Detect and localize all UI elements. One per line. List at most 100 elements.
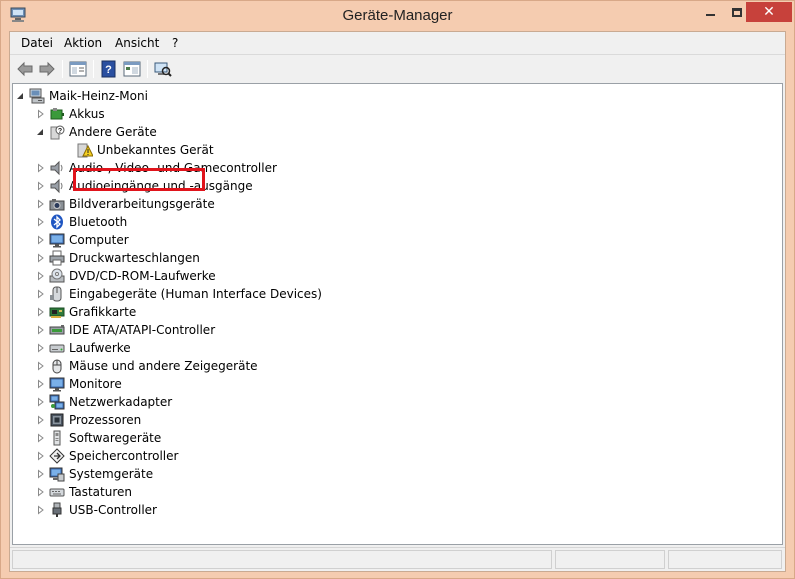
device-tree: Maik-Heinz-Moni Akkus? Andere Geräte Unbek… <box>12 83 783 545</box>
tree-category-label: Softwaregeräte <box>69 431 162 445</box>
tree-category[interactable]: Computer <box>37 231 129 249</box>
forward-arrow-icon[interactable] <box>38 60 56 78</box>
tree-root[interactable]: Maik-Heinz-Moni <box>17 87 148 105</box>
maximize-icon <box>732 7 742 17</box>
tree-category-label: Mäuse und andere Zeigegeräte <box>69 359 258 373</box>
expand-icon[interactable] <box>37 109 45 119</box>
tree-category-label: Prozessoren <box>69 413 142 427</box>
bluetooth-icon <box>51 214 63 230</box>
tree-category-label: Laufwerke <box>69 341 131 355</box>
minimize-icon <box>705 14 715 16</box>
tree-category[interactable]: DVD/CD-ROM-Laufwerke <box>37 267 216 285</box>
tree-category-label: Speichercontroller <box>69 449 179 463</box>
tree-device[interactable]: Unbekanntes Gerät <box>77 141 214 159</box>
window-title: Geräte-Manager <box>342 7 453 24</box>
tree-category[interactable]: Prozessoren <box>37 411 141 429</box>
tree-category-label: Netzwerkadapter <box>69 395 173 409</box>
tree-category[interactable]: ? Andere Geräte <box>37 123 157 141</box>
tree-category[interactable]: Tastaturen <box>37 483 132 501</box>
expand-icon[interactable] <box>37 397 45 407</box>
collapse-icon[interactable] <box>37 127 45 137</box>
expand-icon[interactable] <box>37 433 45 443</box>
expand-icon[interactable] <box>37 307 45 317</box>
hid-icon <box>50 286 62 302</box>
tree-category-label: Computer <box>69 233 129 247</box>
menu-help[interactable]: ? <box>172 36 178 50</box>
expand-icon[interactable] <box>37 181 45 191</box>
tree-category[interactable]: Druckwarteschlangen <box>37 249 200 267</box>
tree-category[interactable]: Laufwerke <box>37 339 131 357</box>
tree-category[interactable]: Audioeingänge und -ausgänge <box>37 177 253 195</box>
title-bar[interactable]: Geräte-Manager ✕ <box>1 1 794 31</box>
tree-category-label: USB-Controller <box>69 503 157 517</box>
expand-icon[interactable] <box>37 361 45 371</box>
tree-category[interactable]: USB-Controller <box>37 501 157 519</box>
tree-category[interactable]: Grafikkarte <box>37 303 136 321</box>
tree-category[interactable]: Speichercontroller <box>37 447 178 465</box>
minimize-button[interactable] <box>696 2 724 22</box>
menu-aktion[interactable]: Aktion <box>64 36 102 50</box>
svg-text:?: ? <box>105 64 112 76</box>
expand-icon[interactable] <box>37 289 45 299</box>
tree-category-label: DVD/CD-ROM-Laufwerke <box>69 269 216 283</box>
tree-category[interactable]: Bluetooth <box>37 213 127 231</box>
tree-device-label: Unbekanntes Gerät <box>97 143 214 157</box>
expand-icon[interactable] <box>37 415 45 425</box>
expand-icon[interactable] <box>37 487 45 497</box>
tree-category[interactable]: Bildverarbeitungsgeräte <box>37 195 215 213</box>
menu-datei[interactable]: Datei <box>21 36 53 50</box>
tree-category[interactable]: Systemgeräte <box>37 465 153 483</box>
tree-category[interactable]: Softwaregeräte <box>37 429 161 447</box>
status-segment <box>668 550 782 569</box>
speaker-icon <box>50 160 63 176</box>
close-button[interactable]: ✕ <box>746 2 792 22</box>
tree-category-label: IDE ATA/ATAPI-Controller <box>69 323 216 337</box>
software-device-icon <box>53 430 61 446</box>
tree-category-label: Audio-, Video- und Gamecontroller <box>69 161 277 175</box>
status-bar <box>10 547 785 571</box>
tree-category[interactable]: IDE ATA/ATAPI-Controller <box>37 321 215 339</box>
properties-icon[interactable] <box>69 60 87 78</box>
expand-icon[interactable] <box>37 199 45 209</box>
expand-icon[interactable] <box>37 235 45 245</box>
unknown-device-icon: ? <box>50 125 65 140</box>
scan-hardware-icon[interactable] <box>154 60 172 78</box>
tree-category[interactable]: Audio-, Video- und Gamecontroller <box>37 159 277 177</box>
expand-icon[interactable] <box>37 343 45 353</box>
expand-icon[interactable] <box>37 253 45 263</box>
storage-controller-icon <box>49 448 65 464</box>
menu-ansicht[interactable]: Ansicht <box>115 36 159 50</box>
tree-category[interactable]: Mäuse und andere Zeigegeräte <box>37 357 258 375</box>
collapse-icon[interactable] <box>17 91 25 101</box>
network-adapter-icon <box>49 394 65 410</box>
toolbar: ? <box>10 54 785 82</box>
expand-icon[interactable] <box>37 163 45 173</box>
ide-controller-icon <box>49 325 65 335</box>
tree-category-label: Andere Geräte <box>69 125 157 139</box>
expand-icon[interactable] <box>37 217 45 227</box>
tree-category[interactable]: Monitore <box>37 375 122 393</box>
status-segment <box>555 550 665 569</box>
tree-category[interactable]: Akkus <box>37 105 105 123</box>
view-icon[interactable] <box>123 60 141 78</box>
tree-category[interactable]: Netzwerkadapter <box>37 393 172 411</box>
expand-icon[interactable] <box>37 505 45 515</box>
computer-icon <box>29 88 45 104</box>
tree-category[interactable]: Eingabegeräte (Human Interface Devices) <box>37 285 322 303</box>
expand-icon[interactable] <box>37 325 45 335</box>
warning-device-icon <box>77 143 93 158</box>
tree-category-label: Eingabegeräte (Human Interface Devices) <box>69 287 322 301</box>
expand-icon[interactable] <box>37 271 45 281</box>
menu-bar: Datei Aktion Ansicht ? <box>10 32 785 54</box>
system-device-icon <box>49 467 65 482</box>
help-icon[interactable]: ? <box>100 60 118 78</box>
tree-category-label: Bluetooth <box>69 215 128 229</box>
expand-icon[interactable] <box>37 379 45 389</box>
expand-icon[interactable] <box>37 451 45 461</box>
device-manager-window: Geräte-Manager ✕ Datei Aktion Ansicht ? <box>0 0 795 579</box>
back-arrow-icon[interactable] <box>16 60 34 78</box>
mouse-icon <box>52 359 62 374</box>
expand-icon[interactable] <box>37 469 45 479</box>
tree-category-label: Systemgeräte <box>69 467 154 481</box>
tree-category-label: Bildverarbeitungsgeräte <box>69 197 215 211</box>
